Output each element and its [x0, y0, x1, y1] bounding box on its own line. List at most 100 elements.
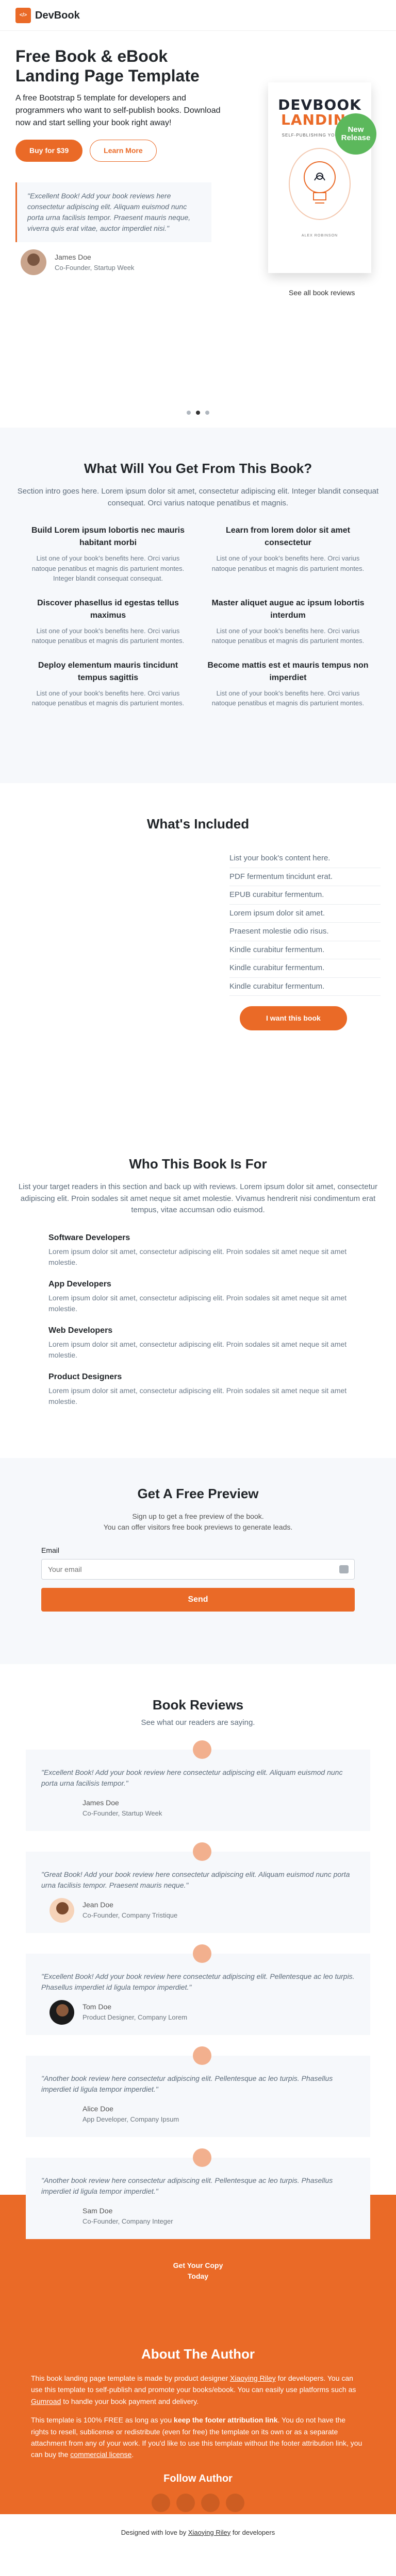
carousel-dot[interactable] [205, 411, 209, 415]
author-link[interactable]: Xiaoying Riley [230, 2374, 276, 2382]
review-author: James Doe Co-Founder, Startup Week [50, 1796, 355, 1821]
audience-item: Software Developers Lorem ipsum dolor sit… [48, 1232, 348, 1268]
email-row [41, 1559, 355, 1580]
about-text: This book landing page template is made … [31, 2374, 230, 2382]
autofill-icon[interactable] [339, 1565, 349, 1573]
audience-item-text: Lorem ipsum dolor sit amet, consectetur … [48, 1340, 347, 1359]
github-icon[interactable] [176, 2493, 195, 2512]
reviews-title: Book Reviews [152, 1697, 244, 1713]
buy-button[interactable]: Buy for $39 [15, 139, 83, 162]
reviews-lead: See what our readers are saying. [141, 1718, 255, 1727]
benefit-title: Deploy elementum mauris tincidunt tempus… [38, 660, 178, 682]
preview-line2: You can offer visitors free book preview… [103, 1523, 293, 1531]
avatar [50, 2204, 74, 2229]
author-role: Co-Founder, Startup Week [82, 1809, 162, 1818]
about-paragraph-1: This book landing page template is made … [31, 2372, 365, 2407]
benefit-text: List one of your book's benefits here. O… [31, 554, 185, 582]
avatar [50, 1796, 74, 1821]
author-role: Product Designer, Company Lorem [82, 2013, 188, 2022]
author-role: Co-Founder, Company Integer [82, 2217, 173, 2226]
about-paragraph-2: This template is 100% FREE as long as yo… [31, 2414, 365, 2461]
twitter-icon[interactable] [152, 2493, 170, 2512]
list-item: Kindle curabitur fermentum. [229, 978, 381, 996]
carousel-dot[interactable] [187, 411, 191, 415]
benefit-title: Master aliquet augue ac ipsum lobortis i… [211, 598, 365, 620]
benefit-text: List one of your book's benefits here. O… [211, 554, 365, 572]
avatar [50, 2102, 74, 2127]
review-quote: "Excellent Book! Add your book review he… [41, 1972, 355, 1991]
quote-icon [193, 1740, 211, 1759]
footer-author-link[interactable]: Xiaoying Riley [188, 2528, 230, 2538]
review-author: Jean Doe Co-Founder, Company Tristique [50, 1897, 355, 1923]
author-role: Co-Founder, Company Tristique [82, 1911, 178, 1920]
benefit-item: Become mattis est et mauris tempus non i… [206, 659, 370, 708]
list-item: Kindle curabitur fermentum. [229, 959, 381, 978]
quote-icon [193, 2148, 211, 2167]
book-cover-author: ALEX ROBINSON [301, 233, 338, 238]
benefit-item: Build Lorem ipsum lobortis nec mauris ha… [26, 524, 190, 584]
logo-icon[interactable]: </> [15, 7, 31, 23]
gumroad-link[interactable]: Gumroad [31, 2397, 61, 2405]
avatar [50, 1999, 74, 2025]
site-header: </> DevBook [0, 0, 396, 31]
about-text: . [131, 2450, 134, 2459]
footer-text: Designed with love by [121, 2528, 187, 2536]
review-quote: "Another book review here consectetur ad… [41, 2176, 333, 2195]
benefit-text: List one of your book's benefits here. O… [211, 689, 365, 707]
included-title: What's Included [146, 816, 250, 832]
audience-section: Who This Book Is For List your target re… [0, 1123, 396, 1458]
brand-name[interactable]: DevBook [35, 8, 80, 23]
commercial-license-link[interactable]: commercial license [70, 2450, 131, 2459]
hero-title: Free Book & eBook Landing Page Template [15, 47, 200, 86]
hero-section: Free Book & eBook Landing Page Template … [0, 31, 396, 428]
review-card: "Another book review here consectetur ad… [26, 2148, 370, 2239]
follow-author-title: Follow Author [163, 2472, 233, 2484]
about-text: to handle your book payment and delivery… [61, 2397, 199, 2405]
author-name: James Doe [82, 1799, 119, 1807]
benefits-title: What Will You Get From This Book? [84, 461, 312, 476]
new-release-badge: New Release [335, 113, 376, 155]
benefit-title: Learn from lorem dolor sit amet consecte… [226, 526, 350, 547]
about-text: This template is 100% FREE as long as yo… [31, 2416, 174, 2425]
carousel-indicators [0, 411, 396, 415]
quote-icon [193, 1842, 211, 1861]
instagram-icon[interactable] [226, 2493, 244, 2512]
reviews-section: Book Reviews See what our readers are sa… [0, 1664, 396, 2287]
audience-item-text: Lorem ipsum dolor sit amet, consectetur … [48, 1247, 347, 1266]
benefit-text: List one of your book's benefits here. O… [211, 626, 365, 645]
medium-icon[interactable] [201, 2493, 220, 2512]
list-item: Kindle curabitur fermentum. [229, 941, 381, 959]
list-item: EPUB curabitur fermentum. [229, 886, 381, 905]
list-item: PDF fermentum tincidunt erat. [229, 868, 381, 886]
author-name: James Doe [55, 252, 91, 261]
list-item: List your book's content here. [229, 850, 381, 868]
carousel-dot[interactable] [196, 411, 200, 415]
audience-item-title: Software Developers [48, 1233, 130, 1242]
email-field[interactable] [41, 1559, 355, 1580]
audience-item-text: Lorem ipsum dolor sit amet, consectetur … [48, 1386, 347, 1405]
see-all-reviews-link[interactable]: See all book reviews [289, 287, 355, 298]
site-footer: Designed with love by Xiaoying Riley for… [0, 2514, 396, 2551]
lightbulb-icon [289, 147, 351, 220]
footer-text: for developers [232, 2528, 275, 2536]
author-name: Sam Doe [82, 2207, 113, 2215]
book-cover-image[interactable]: DEVBOOK LANDING SELF-PUBLISHING YOUR BOO… [268, 82, 371, 273]
benefit-item: Master aliquet augue ac ipsum lobortis i… [206, 597, 370, 646]
learn-more-button[interactable]: Learn More [90, 139, 157, 162]
audience-item: App Developers Lorem ipsum dolor sit amet… [48, 1278, 348, 1314]
list-item: Praesent molestie odio risus. [229, 923, 381, 941]
author-name: Tom Doe [82, 2003, 112, 2011]
want-book-button[interactable]: I want this book [240, 1006, 347, 1030]
review-author: Tom Doe Product Designer, Company Lorem [50, 1999, 355, 2025]
review-card: "Another book review here consectetur ad… [26, 2046, 370, 2137]
quote-icon [193, 1944, 211, 1963]
benefit-item: Discover phasellus id egestas tellus max… [26, 597, 190, 646]
audience-list: Software Developers Lorem ipsum dolor sit… [48, 1232, 348, 1407]
benefit-text: List one of your book's benefits here. O… [31, 626, 185, 645]
review-card: "Great Book! Add your book review here c… [26, 1842, 370, 1933]
send-button[interactable]: Send [41, 1588, 355, 1612]
benefits-section: What Will You Get From This Book? Sectio… [0, 428, 396, 783]
social-links [31, 2493, 365, 2512]
benefit-title: Discover phasellus id egestas tellus max… [37, 598, 179, 620]
review-card: "Excellent Book! Add your book review he… [26, 1944, 370, 2035]
